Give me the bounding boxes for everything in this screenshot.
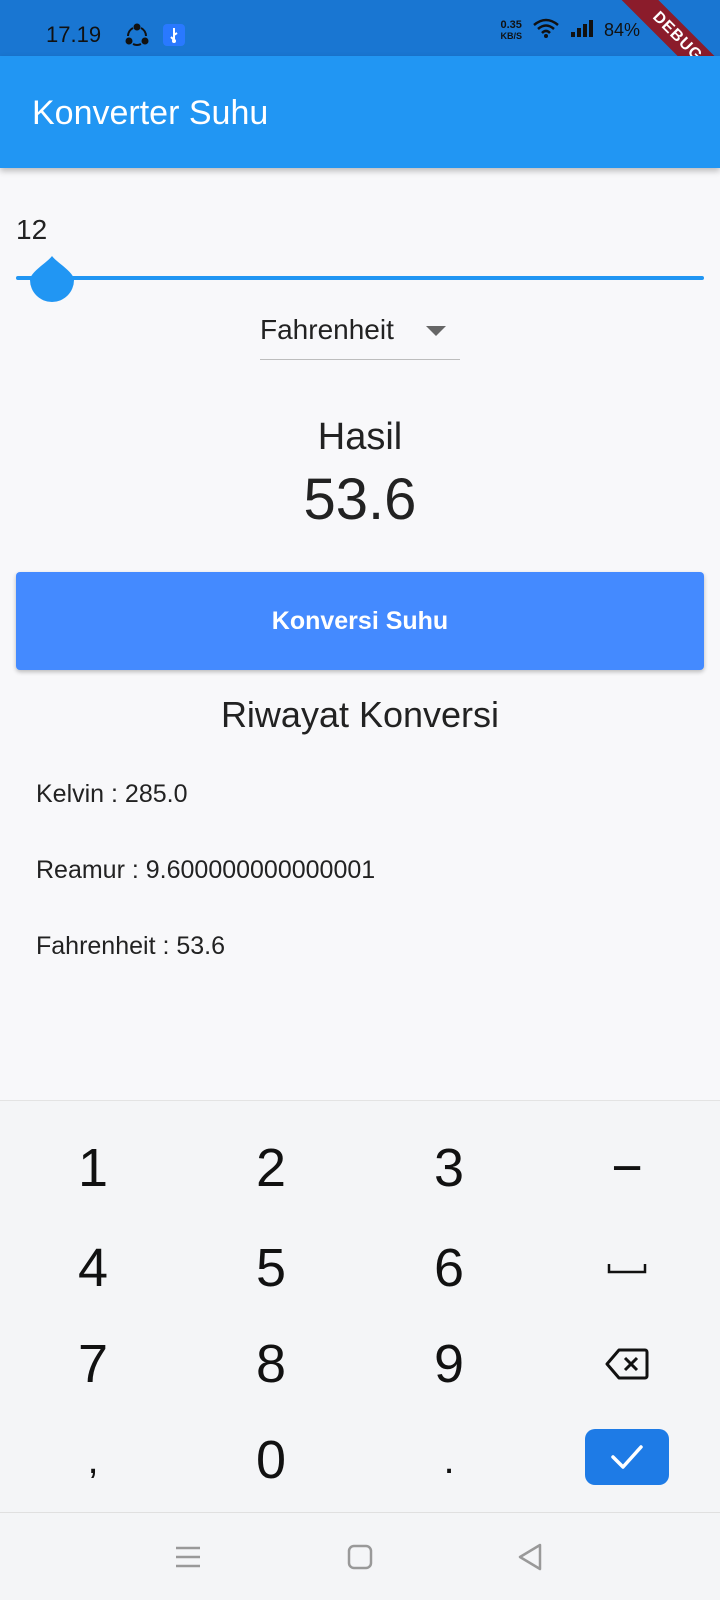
check-icon: [611, 1445, 643, 1469]
home-icon: [347, 1544, 373, 1570]
backspace-icon: [605, 1348, 649, 1380]
menu-icon: [176, 1546, 200, 1568]
wifi-icon: [532, 18, 560, 43]
key-done[interactable]: [585, 1429, 669, 1485]
key-8[interactable]: 8: [182, 1315, 360, 1413]
key-6[interactable]: 6: [360, 1219, 538, 1317]
net-speed-value: 0.35: [500, 18, 522, 31]
status-right: 0.35 KB/S 84%: [500, 18, 640, 43]
slider-thumb[interactable]: [30, 256, 74, 302]
history-item-reamur: Reamur : 9.600000000000001: [36, 856, 376, 884]
dropdown-selected-value: Fahrenheit: [260, 314, 394, 345]
history-item-fahrenheit: Fahrenheit : 53.6: [36, 932, 226, 960]
result-value: 53.6: [303, 467, 417, 532]
net-speed-unit: KB/S: [500, 30, 522, 41]
status-time: 17.19: [46, 22, 102, 47]
numeric-keyboard: 1 2 3 − 4 5 6 7 8 9 , 0 .: [0, 1100, 720, 1512]
key-space[interactable]: [538, 1219, 716, 1317]
result-label: Hasil: [317, 416, 403, 458]
space-icon: [607, 1264, 647, 1274]
key-minus[interactable]: −: [538, 1119, 716, 1217]
unit-dropdown[interactable]: Fahrenheit: [260, 306, 460, 360]
key-period[interactable]: .: [360, 1411, 538, 1509]
key-comma[interactable]: ,: [4, 1411, 182, 1509]
key-7[interactable]: 7: [4, 1315, 182, 1413]
back-icon: [518, 1543, 542, 1571]
system-nav-bar: [0, 1512, 720, 1600]
history-title: Riwayat Konversi: [220, 694, 500, 735]
status-bar: 17.19 0.35 KB/S 84%: [0, 0, 720, 56]
dropdown-arrow-icon: [426, 326, 446, 336]
key-2[interactable]: 2: [182, 1119, 360, 1217]
sync-icon: [124, 22, 150, 53]
net-speed: 0.35 KB/S: [500, 18, 522, 42]
battery-level: 84%: [603, 20, 640, 40]
key-0[interactable]: 0: [182, 1411, 360, 1509]
key-backspace[interactable]: [538, 1315, 716, 1413]
menu-nav-button[interactable]: [166, 1535, 210, 1579]
app-title: Konverter Suhu: [32, 94, 269, 132]
back-nav-button[interactable]: [508, 1535, 552, 1579]
status-icons-left: [124, 22, 186, 53]
slider-track[interactable]: [16, 276, 704, 280]
key-4[interactable]: 4: [4, 1219, 182, 1317]
key-3[interactable]: 3: [360, 1119, 538, 1217]
history-item-kelvin: Kelvin : 285.0: [36, 780, 188, 808]
signal-icon: [570, 18, 594, 43]
usb-icon: [162, 23, 186, 52]
key-5[interactable]: 5: [182, 1219, 360, 1317]
key-1[interactable]: 1: [4, 1119, 182, 1217]
convert-button[interactable]: Konversi Suhu: [16, 572, 704, 670]
app-bar: Konverter Suhu: [0, 56, 720, 168]
slider-value-label: 12: [16, 214, 48, 245]
key-9[interactable]: 9: [360, 1315, 538, 1413]
home-nav-button[interactable]: [338, 1535, 382, 1579]
